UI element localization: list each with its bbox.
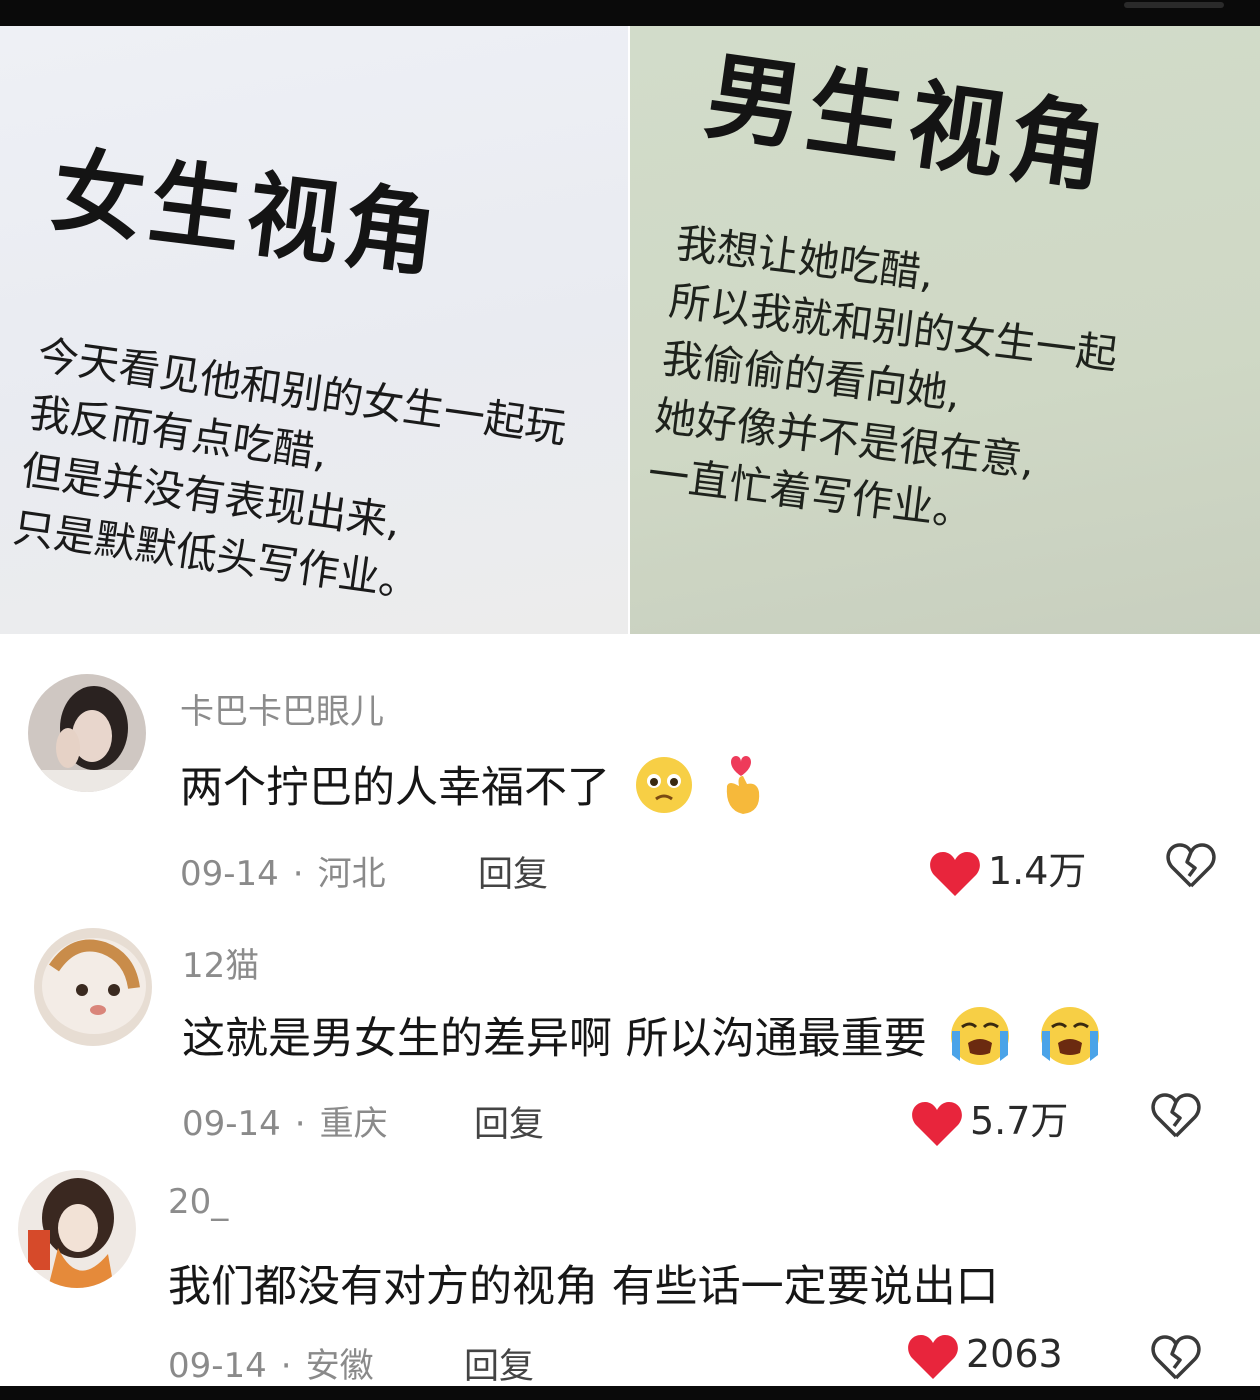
status-bar [0, 0, 1260, 26]
like-count: 1.4万 [988, 849, 1087, 893]
panel-text: 我想让她吃醋, 所以我就和别的女生一起 我偷偷的看向她, 她好像并不是很在意, … [645, 214, 1128, 557]
like-count: 2063 [966, 1332, 1063, 1376]
avatar[interactable] [28, 674, 146, 792]
comment-meta: 09-14 · 安徽 [168, 1346, 374, 1386]
bottom-bar [0, 1386, 1260, 1400]
comment-item: 20_ 我们都没有对方的视角 有些话一定要说出口 09-14 · 安徽 回复 206… [0, 1136, 1260, 1389]
image-panel-male-view[interactable]: 男生视角 我想让她吃醋, 所以我就和别的女生一起 我偷偷的看向她, 她好像并不是… [630, 26, 1260, 634]
dislike-button[interactable] [1165, 842, 1217, 894]
comment-username[interactable]: 20_ [168, 1182, 228, 1222]
status-indicator [1124, 2, 1224, 8]
comment-username[interactable]: 12猫 [182, 938, 259, 987]
comment-text: 这就是男女生的差异啊 所以沟通最重要 [182, 1004, 1106, 1078]
comment-date: 09-14 [168, 1346, 267, 1386]
broken-heart-icon [1166, 843, 1216, 888]
finger-heart-emoji-icon [717, 752, 767, 829]
like-button[interactable]: 2063 [906, 1332, 1063, 1381]
broken-heart-icon [1151, 1335, 1201, 1380]
loudly-crying-face-emoji-icon [1034, 1005, 1106, 1078]
loudly-crying-face-emoji-icon [944, 1005, 1016, 1078]
reply-button[interactable]: 回复 [464, 1338, 534, 1389]
panel-heading: 男生视角 [699, 38, 1120, 208]
pleading-face-emoji-icon [628, 755, 700, 826]
comment-item: 卡巴卡巴眼儿 两个拧巴的人幸福不了 09-14 · 河北 回复 1.4万 [0, 634, 1260, 896]
comment-text-content: 两个拧巴的人幸福不了 [180, 763, 610, 813]
image-panel-female-view[interactable]: 女生视角 今天看见他和别的女生一起玩 我反而有点吃醋, 但是并没有表现出来, 只… [0, 26, 628, 634]
comment-text-content: 这就是男女生的差异啊 所以沟通最重要 [182, 1014, 927, 1064]
avatar[interactable] [34, 928, 152, 1046]
comment-username[interactable]: 卡巴卡巴眼儿 [180, 684, 384, 733]
panel-heading: 女生视角 [46, 135, 449, 291]
comment-location: 安徽 [305, 1346, 374, 1386]
avatar[interactable] [18, 1170, 136, 1288]
comment-text: 我们都没有对方的视角 有些话一定要说出口 [168, 1262, 999, 1312]
broken-heart-icon [1151, 1093, 1201, 1138]
dislike-button[interactable] [1150, 1334, 1202, 1386]
comment-item: 12猫 这就是男女生的差异啊 所以沟通最重要 09-14 · 重庆 回复 5.7万 [0, 888, 1260, 1146]
comment-text: 两个拧巴的人幸福不了 [180, 752, 767, 829]
heart-icon [908, 1334, 958, 1379]
panel-text: 今天看见他和别的女生一起玩 我反而有点吃醋, 但是并没有表现出来, 只是默默低头… [10, 326, 570, 630]
